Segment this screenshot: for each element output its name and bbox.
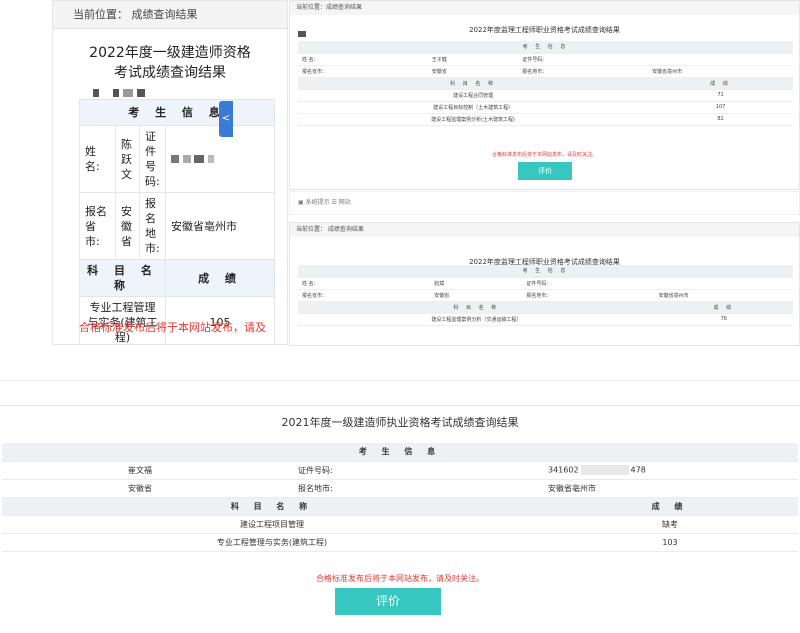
subject-name: 建设工程监理案例分析(土木建筑工程) — [298, 113, 649, 126]
divider — [0, 405, 800, 406]
city-value: 安徽省亳州市 — [648, 65, 793, 78]
rate-button[interactable]: 评价 — [518, 162, 572, 180]
subject-score: 107 — [648, 101, 793, 114]
score-header: 成 绩 — [654, 301, 793, 314]
rate-button[interactable]: 评价 — [335, 588, 441, 615]
name-value: 崔文福 — [122, 461, 292, 480]
subject-name: 建设工程合同管理 — [298, 89, 649, 102]
redaction-mask — [580, 465, 629, 475]
breadcrumb: 当前位置： 成绩查询结果 — [290, 223, 799, 237]
subject-header: 科 目 名 称 — [298, 301, 655, 314]
section-header: 考 生 信 息 — [79, 99, 275, 126]
result-table: 考 生 信 息 姓 名： 赵斌 证件号码： 报名省市： 安徽省 报名地市： 安徽… — [298, 265, 793, 326]
subject-name: 建设工程监理案例分析（交通运输工程） — [298, 313, 655, 326]
redacted-text — [93, 89, 287, 99]
city-label: 报名地市: — [292, 479, 542, 498]
subject-score: 76 — [654, 313, 793, 326]
id-value — [648, 53, 793, 66]
section-header: 考 生 信 息 — [2, 443, 798, 462]
name-value: 赵斌 — [430, 277, 523, 290]
id-label: 证件号码: — [292, 461, 542, 480]
city-label: 报名地市： — [518, 65, 649, 78]
id-label: 证件号码: — [139, 125, 166, 193]
city-value: 安徽省亳州市 — [654, 289, 793, 302]
subject-header: 科 目 名 称 — [298, 77, 649, 90]
footer-strip: ▣ 系统提示 ☰ 网站 — [289, 191, 800, 215]
name-value: 王子健 — [427, 53, 519, 66]
breadcrumb: 当前位置： 成绩查询结果 — [53, 1, 287, 29]
desktop-result-panel-jianli-1: 当前位置：成绩查询结果 2022年度监理工程师职业资格考试成绩查询结果 考 生 … — [289, 0, 800, 190]
desktop-result-panel-2021-yiji: 2021年度一级建造师执业资格考试成绩查询结果 考 生 信 息 崔文福 证件号码… — [0, 380, 800, 633]
name-value: 陈跃文 — [115, 125, 140, 193]
subject-name: 建设工程项目管理 — [2, 515, 542, 534]
redacted-mark — [298, 31, 306, 37]
subject-name: 专业工程管理与实务(建筑工程) — [2, 533, 542, 552]
id-value: 341602 478 — [542, 461, 798, 480]
province-label: 报名省市： — [298, 289, 431, 302]
side-collapse-tab[interactable]: < — [219, 101, 233, 137]
notice-text: 合格标准发布后将于本网站发布，请及 — [79, 321, 266, 334]
notice-text: 合格标准发布后将于本网站发布，请及时关注。 — [316, 574, 484, 583]
subject-header: 科 目 名 称 — [2, 497, 542, 516]
name-label: 姓 名： — [298, 277, 431, 290]
city-label: 报名地市： — [522, 289, 655, 302]
subject-score: 82 — [648, 113, 793, 126]
page-title: 2022年度一级建造师资格考试成绩查询结果 — [89, 45, 251, 81]
city-value: 安徽省亳州市 — [542, 479, 798, 498]
name-label: 姓名: — [79, 125, 116, 193]
city-label: 报名地市: — [139, 192, 166, 260]
subject-score: 103 — [542, 533, 798, 552]
id-label: 证件号码： — [518, 53, 649, 66]
result-table: 考 生 信 息 姓名: 陈跃文 证件号码: 报名省市: 安徽省 报名地市: 安徽… — [79, 99, 275, 344]
name-label: 姓 名： — [298, 53, 428, 66]
province-label: 报名省市: — [79, 192, 116, 260]
desktop-result-panel-jianli-2: 当前位置： 成绩查询结果 2022年度监理工程师职业资格考试成绩查询结果 考 生… — [289, 222, 800, 346]
score-header: 成 绩 — [648, 77, 793, 90]
province-value: 安徽省 — [115, 192, 140, 260]
mobile-result-panel-2022-yiji: 当前位置： 成绩查询结果 2022年度一级建造师资格考试成绩查询结果 考 生 信… — [52, 0, 288, 345]
subject-score: 缺考 — [542, 515, 798, 534]
province-value: 安徽省 — [122, 479, 292, 498]
province-value: 安徽省 — [430, 289, 523, 302]
notice-text: 合格标准发布后将于本网站发布，请及时关注。 — [491, 152, 597, 158]
breadcrumb: 当前位置：成绩查询结果 — [290, 1, 799, 15]
id-value — [654, 277, 793, 290]
score-header: 成 绩 — [165, 259, 275, 297]
id-label: 证件号码： — [522, 277, 655, 290]
page-title: 2022年度监理工程师职业资格考试成绩查询结果 — [469, 26, 620, 34]
city-value: 安徽省亳州市 — [165, 192, 275, 260]
page-title: 2021年度一级建造师执业资格考试成绩查询结果 — [281, 416, 519, 429]
subject-name: 建设工程目标控制（土木建筑工程） — [298, 101, 649, 114]
section-header: 考 生 信 息 — [298, 41, 793, 54]
subject-score: 71 — [648, 89, 793, 102]
score-header: 成 绩 — [542, 497, 798, 516]
province-label: 报名省市： — [298, 65, 428, 78]
subject-header: 科 目 名 称 — [79, 259, 166, 297]
section-header: 考 生 信 息 — [298, 265, 793, 278]
province-value: 安徽省 — [427, 65, 519, 78]
result-table: 考 生 信 息 崔文福 证件号码: 341602 478 安徽省 报名地市: 安徽… — [2, 443, 798, 552]
result-table: 考 生 信 息 姓 名： 王子健 证件号码： 报名省市： 安徽省 报名地市： 安… — [298, 41, 793, 126]
